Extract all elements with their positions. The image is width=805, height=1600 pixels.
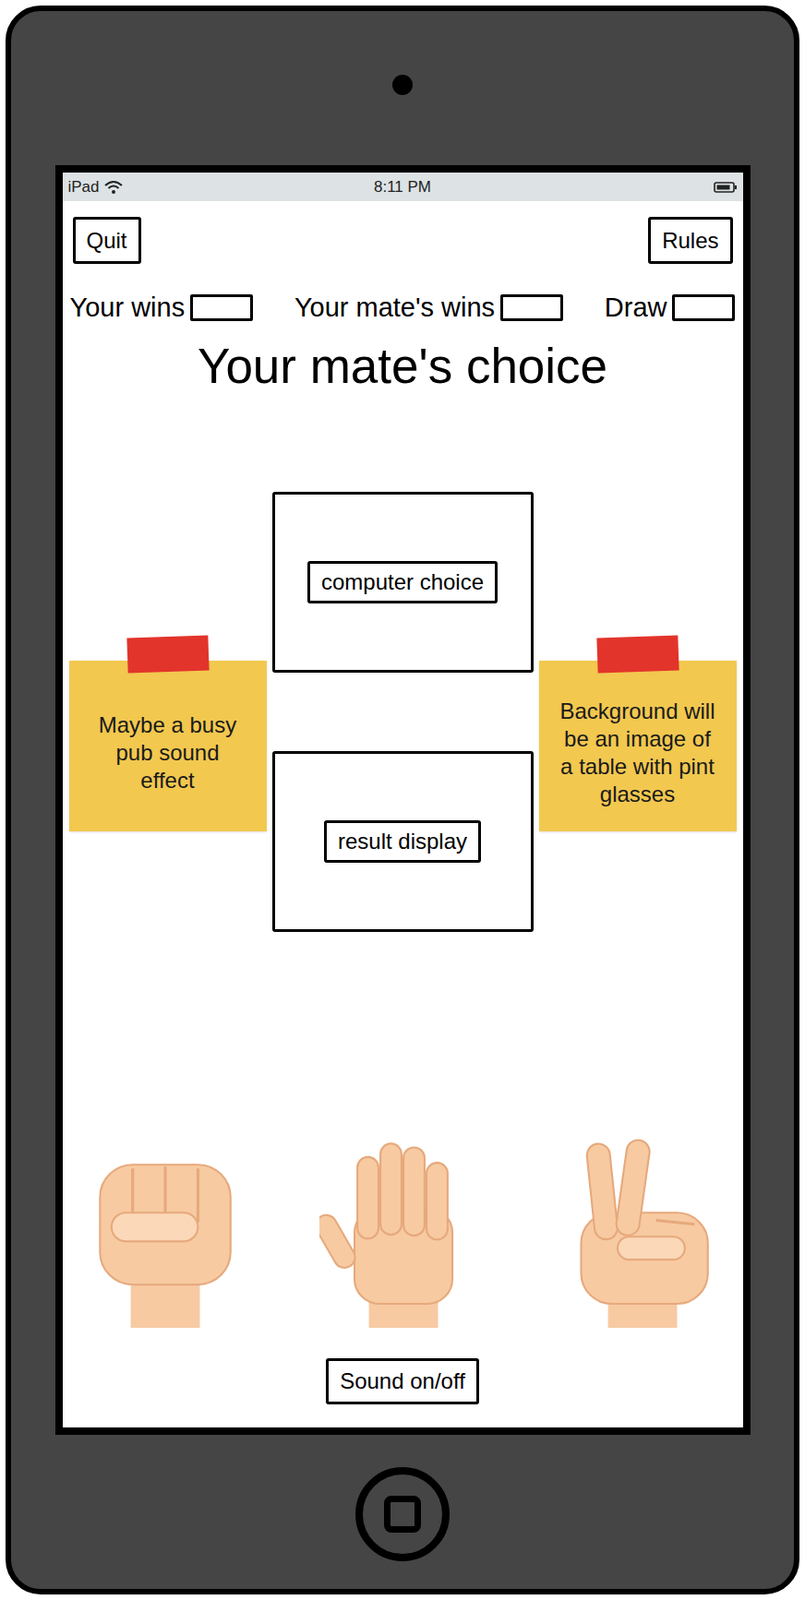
- score-box: [190, 294, 253, 322]
- display-panel: result display: [272, 751, 534, 933]
- score-label: Draw: [604, 288, 668, 329]
- sticky-note: Background will be an image of a table w…: [539, 660, 737, 832]
- score-label: Your mate's wins: [294, 288, 495, 329]
- rules-button[interactable]: Rules: [648, 216, 733, 265]
- scissors-hand-icon[interactable]: [558, 1136, 725, 1329]
- play-area: Maybe a busy pub sound effect computer ch…: [62, 492, 744, 933]
- device-name: iPad: [68, 175, 100, 200]
- home-button[interactable]: [355, 1467, 450, 1562]
- score-row: Your wins Your mate's wins Draw: [62, 288, 744, 329]
- display-panel: computer choice: [272, 492, 534, 673]
- score-box: [672, 294, 735, 322]
- tablet-frame: iPad 8:11 PM Quit Rules Your wins Your mate's…: [5, 5, 800, 1596]
- title: Your mate's choice: [62, 337, 744, 396]
- quit-button[interactable]: Quit: [72, 216, 142, 265]
- home-square-icon: [384, 1496, 421, 1534]
- rock-hand-icon[interactable]: [81, 1136, 248, 1329]
- status-time: 8:11 PM: [373, 175, 432, 200]
- hand-choices: [62, 1136, 744, 1329]
- panel-label: computer choice: [307, 561, 498, 604]
- score-label: Your wins: [70, 288, 186, 329]
- camera-icon: [392, 74, 413, 96]
- panel-label: result display: [324, 820, 481, 864]
- wifi-icon: [103, 180, 124, 195]
- status-bar: iPad 8:11 PM: [62, 172, 744, 202]
- sticky-note: Maybe a busy pub sound effect: [69, 660, 267, 832]
- paper-hand-icon[interactable]: [319, 1136, 486, 1329]
- sound-toggle-button[interactable]: Sound on/off: [325, 1358, 480, 1406]
- tape: [126, 635, 209, 673]
- screen: iPad 8:11 PM Quit Rules Your wins Your mate's…: [55, 165, 751, 1436]
- score-box: [500, 294, 564, 322]
- battery-icon: [713, 180, 738, 194]
- tape: [596, 635, 679, 673]
